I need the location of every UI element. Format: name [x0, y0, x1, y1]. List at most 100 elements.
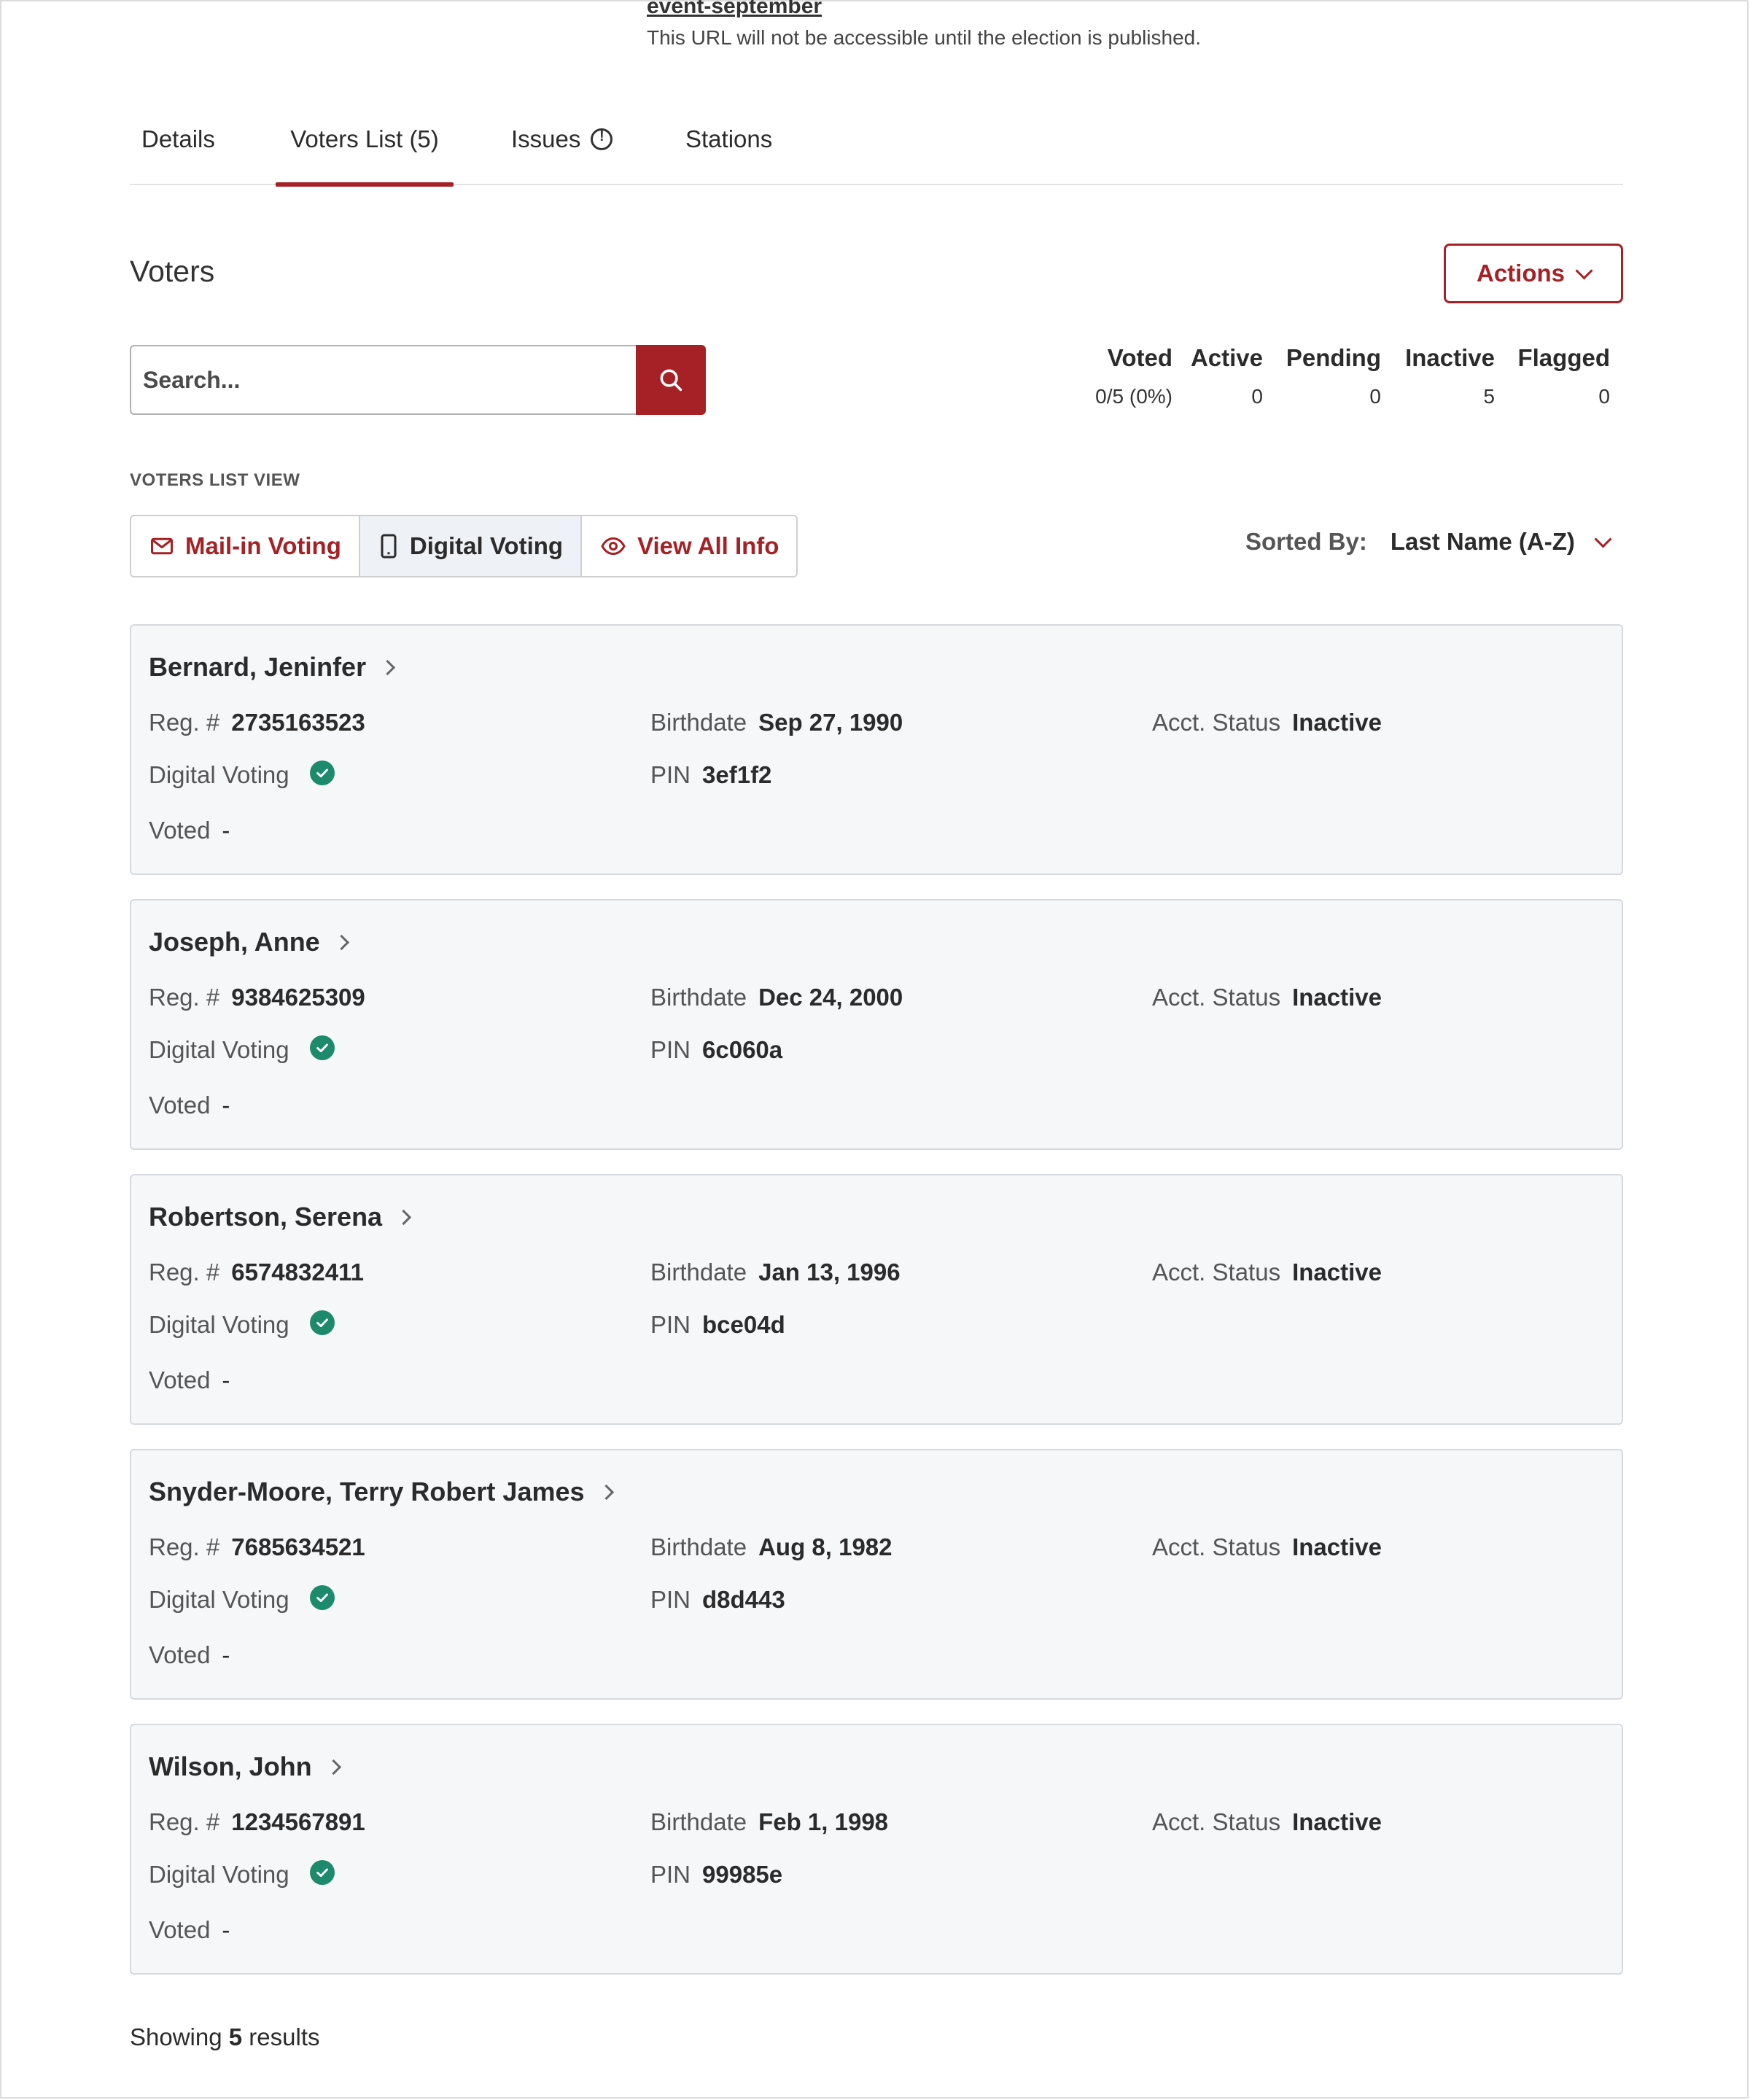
birthdate-field: Birthdate Jan 13, 1996: [650, 1259, 901, 1286]
reg-number: 2735163523: [231, 709, 365, 736]
birthdate-field: Birthdate Feb 1, 1998: [650, 1808, 888, 1836]
voted-value: -: [222, 817, 230, 844]
pin-value: bce04d: [702, 1311, 785, 1338]
stat-value: 0: [1598, 385, 1610, 408]
stat-value: 0: [1369, 385, 1381, 408]
actions-dropdown-button[interactable]: Actions: [1444, 244, 1623, 303]
field-label: Birthdate: [650, 709, 747, 736]
reg-field: Reg. # 7685634521: [149, 1533, 365, 1561]
voter-name-link[interactable]: Snyder-Moore, Terry Robert James: [149, 1477, 614, 1507]
results-prefix: Showing: [130, 2023, 222, 2050]
tab-bar: Details Voters List (5) Issues Stations: [130, 111, 1623, 187]
field-label: Reg. #: [149, 1533, 220, 1560]
election-url-link[interactable]: event-september: [647, 0, 822, 19]
chevron-down-icon: [1594, 529, 1612, 548]
stat-inactive: Inactive 5: [1405, 344, 1495, 408]
chevron-right-icon: [325, 1759, 341, 1775]
voted-field: Voted -: [149, 1641, 230, 1669]
search-button[interactable]: [636, 345, 706, 415]
acct-status-field: Acct. Status Inactive: [1152, 1533, 1382, 1561]
sort-label: Sorted By:: [1245, 528, 1367, 555]
mail-in-voting-button[interactable]: Mail-in Voting: [131, 516, 359, 576]
voter-name: Robertson, Serena: [149, 1202, 383, 1232]
voted-field: Voted -: [149, 817, 230, 844]
check-circle-icon: [309, 1035, 335, 1060]
birthdate-value: Dec 24, 2000: [758, 984, 903, 1011]
tab-label: Voters List (5): [290, 125, 439, 152]
tab-label: Issues: [511, 125, 581, 152]
voted-value: -: [222, 1366, 230, 1393]
field-label: PIN: [650, 761, 691, 788]
voter-name: Bernard, Jeninfer: [149, 652, 367, 682]
chevron-right-icon: [379, 659, 396, 675]
voted-field: Voted -: [149, 1916, 230, 1944]
pin-value: 6c060a: [702, 1036, 783, 1063]
field-label: Reg. #: [149, 1259, 220, 1286]
voter-name-link[interactable]: Wilson, John: [149, 1751, 341, 1782]
reg-number: 9384625309: [231, 984, 365, 1011]
stat-voted: Voted 0/5 (0%): [1095, 344, 1172, 408]
voted-field: Voted -: [149, 1366, 230, 1394]
field-label: Acct. Status: [1152, 1259, 1281, 1286]
stat-label: Active: [1190, 344, 1263, 371]
voted-value: -: [222, 1916, 230, 1943]
digital-voting-field: Digital Voting: [149, 1585, 335, 1614]
list-view-label: VOTERS LIST VIEW: [130, 470, 300, 490]
acct-status-field: Acct. Status Inactive: [1152, 984, 1382, 1011]
tab-issues[interactable]: Issues: [511, 111, 613, 185]
voter-name: Snyder-Moore, Terry Robert James: [149, 1477, 585, 1506]
check-circle-icon: [309, 1310, 335, 1335]
check-circle-icon: [309, 1860, 335, 1885]
url-note: This URL will not be accessible until th…: [647, 26, 1202, 49]
voter-card: Bernard, Jeninfer Reg. # 2735163523 Birthda…: [130, 624, 1623, 875]
chevron-right-icon: [598, 1484, 614, 1500]
tab-details[interactable]: Details: [141, 111, 215, 185]
pin-field: PIN 99985e: [650, 1861, 782, 1889]
reg-field: Reg. # 9384625309: [149, 984, 365, 1011]
voter-name-link[interactable]: Joseph, Anne: [149, 927, 349, 957]
field-label: Birthdate: [650, 1808, 747, 1835]
results-suffix: results: [249, 2023, 320, 2050]
birthdate-value: Feb 1, 1998: [758, 1808, 889, 1835]
results-summary: Showing 5 results: [130, 2023, 320, 2051]
sort-dropdown[interactable]: Sorted By: Last Name (A-Z): [1245, 528, 1612, 556]
birthdate-field: Birthdate Aug 8, 1982: [650, 1533, 892, 1561]
acct-status-field: Acct. Status Inactive: [1152, 1259, 1382, 1286]
view-all-info-button[interactable]: View All Info: [580, 516, 797, 576]
stat-value: 0: [1251, 385, 1263, 408]
digital-voting-field: Digital Voting: [149, 761, 335, 789]
check-circle-icon: [309, 761, 335, 785]
digital-voting-field: Digital Voting: [149, 1860, 335, 1889]
digital-voting-button[interactable]: Digital Voting: [358, 516, 581, 576]
field-label: Digital Voting: [149, 1036, 289, 1063]
stat-label: Inactive: [1405, 344, 1495, 371]
field-label: PIN: [650, 1036, 691, 1063]
stat-pending: Pending 0: [1286, 344, 1381, 408]
field-label: Birthdate: [650, 984, 747, 1011]
voter-card: Joseph, Anne Reg. # 9384625309 Birthdate Dec…: [130, 899, 1623, 1150]
chevron-down-icon: [1575, 261, 1593, 280]
check-circle-icon: [309, 1585, 335, 1610]
stat-value: 0/5 (0%): [1095, 385, 1172, 408]
tab-voters-list[interactable]: Voters List (5): [276, 111, 454, 187]
list-view-toggle: Mail-in Voting Digital Voting View All I…: [130, 515, 798, 578]
stat-flagged: Flagged 0: [1517, 344, 1610, 408]
birthdate-value: Aug 8, 1982: [758, 1533, 892, 1560]
voted-field: Voted -: [149, 1092, 230, 1119]
field-label: Digital Voting: [149, 1311, 289, 1338]
search-input[interactable]: [130, 345, 636, 415]
button-label: Mail-in Voting: [185, 532, 341, 559]
tab-stations[interactable]: Stations: [685, 111, 772, 185]
digital-voting-field: Digital Voting: [149, 1310, 335, 1339]
search-icon: [660, 369, 682, 392]
tab-label: Details: [141, 125, 215, 152]
voter-name-link[interactable]: Bernard, Jeninfer: [149, 652, 396, 682]
voter-name-link[interactable]: Robertson, Serena: [149, 1202, 412, 1232]
tab-label: Stations: [685, 125, 773, 152]
stat-label: Pending: [1286, 344, 1381, 371]
pin-field: PIN 6c060a: [650, 1036, 782, 1064]
field-label: Voted: [149, 1916, 211, 1943]
field-label: PIN: [650, 1311, 691, 1338]
acct-status-field: Acct. Status Inactive: [1152, 1808, 1382, 1836]
button-label: Digital Voting: [409, 532, 564, 559]
